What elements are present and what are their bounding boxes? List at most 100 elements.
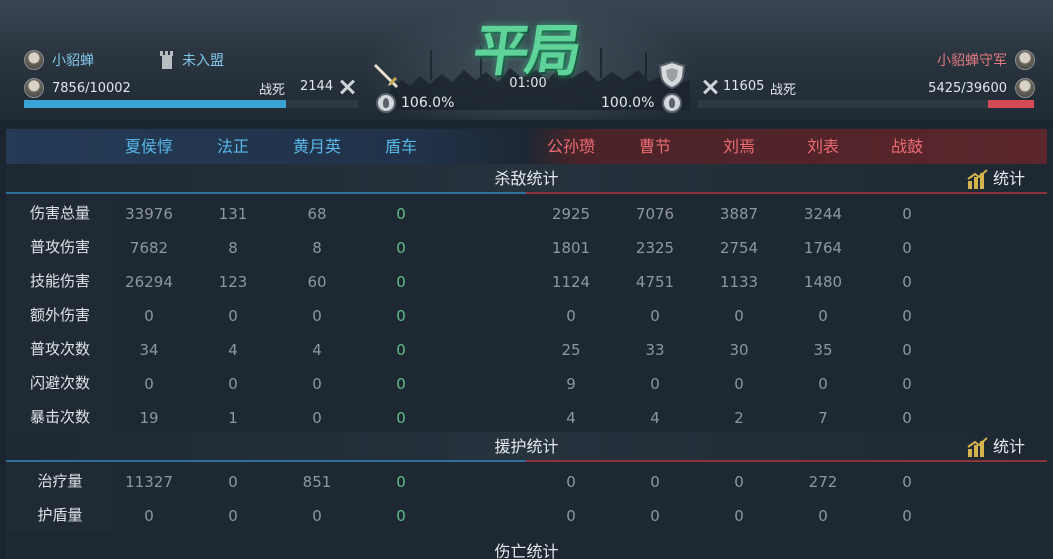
- hero-right-1[interactable]: 公孙瓒: [529, 129, 613, 165]
- right-buff-icon: [662, 93, 682, 113]
- battle-result-title: 平局: [468, 18, 583, 84]
- stat-cell-right: 0: [818, 507, 828, 525]
- stat-cell-left: 0: [312, 409, 322, 427]
- stat-cell-right: 0: [566, 307, 576, 325]
- right-player[interactable]: 小貂蝉守军: [937, 50, 1035, 70]
- stat-cell-right: 1133: [719, 273, 759, 291]
- stat-cell-left: 11327: [125, 473, 173, 491]
- stat-cell-left: 26294: [125, 273, 173, 291]
- stat-cell-right: 0: [902, 409, 912, 427]
- table-row: 伤害总量 33976 131 68 0 2925 7076 3887 3244 0: [6, 196, 1047, 230]
- stat-cell-right: 9: [566, 375, 576, 393]
- hero-left-2[interactable]: 法正: [191, 129, 275, 165]
- left-alliance: 未入盟: [160, 50, 224, 70]
- battle-timer: 01:00: [509, 76, 547, 91]
- stat-cell-right: 35: [813, 341, 833, 359]
- right-troops-bar: [698, 100, 1034, 108]
- support-stats-button[interactable]: 统计: [967, 432, 1025, 462]
- table-row: 技能伤害 26294 123 60 0 1124 4751 1133 1480 0: [6, 264, 1047, 298]
- kill-stats-button-label: 统计: [992, 169, 1025, 188]
- kill-stats-button[interactable]: 统计: [967, 164, 1025, 194]
- table-row: 治疗量 11327 0 851 0 0 0 0 272 0: [6, 464, 1047, 498]
- stat-cell-right: 0: [902, 273, 912, 291]
- left-troops-bar: [24, 100, 358, 108]
- stat-cell-left: 0: [312, 307, 322, 325]
- left-troops-value: 7856/10002: [52, 80, 131, 96]
- stat-cell-right: 0: [902, 507, 912, 525]
- damage-taken-stats-header: 伤亡统计: [6, 535, 1047, 559]
- chart-icon: [967, 437, 988, 457]
- right-troops-avatar: [1015, 78, 1035, 98]
- hero-left-4[interactable]: 盾车: [359, 129, 443, 165]
- stat-cell-right: 0: [734, 473, 744, 491]
- battle-header: 平局 01:00 小貂蝉 未入盟 7856/10002 战死 2144 106.…: [0, 0, 1053, 120]
- stat-cell-left: 19: [139, 409, 159, 427]
- stat-cell-right: 0: [650, 507, 660, 525]
- hero-right-5[interactable]: 战鼓: [865, 129, 949, 165]
- stat-cell-right: 0: [902, 375, 912, 393]
- right-death-value: 11605: [723, 79, 765, 94]
- stat-cell-left: 0: [396, 409, 406, 427]
- section-line-left: [6, 192, 526, 194]
- left-death-value: 2144: [300, 79, 334, 94]
- left-troops-avatar: [24, 78, 44, 98]
- support-stats-button-label: 统计: [992, 437, 1025, 456]
- right-troops-value: 5425/39600: [928, 80, 1007, 96]
- section-line-left: [6, 460, 526, 462]
- left-player-name: 小貂蝉: [52, 53, 94, 69]
- stat-cell-right: 7: [818, 409, 828, 427]
- left-buff-icon: [376, 93, 396, 113]
- chart-icon: [967, 169, 988, 189]
- stat-cell-right: 25: [561, 341, 581, 359]
- stat-cell-right: 0: [650, 473, 660, 491]
- table-row: 普攻次数 34 4 4 0 25 33 30 35 0: [6, 332, 1047, 366]
- table-row: 额外伤害 0 0 0 0 0 0 0 0 0: [6, 298, 1047, 332]
- row-label: 普攻次数: [6, 332, 114, 366]
- stat-cell-left: 0: [228, 507, 238, 525]
- hero-right-3[interactable]: 刘焉: [697, 129, 781, 165]
- left-player[interactable]: 小貂蝉: [24, 50, 94, 70]
- stat-cell-left: 34: [139, 341, 159, 359]
- stat-cell-left: 33976: [125, 205, 173, 223]
- table-row: 普攻伤害 7682 8 8 0 1801 2325 2754 1764 0: [6, 230, 1047, 264]
- stat-cell-right: 0: [734, 307, 744, 325]
- stat-cell-left: 0: [228, 473, 238, 491]
- stat-cell-left: 851: [302, 473, 332, 491]
- row-label: 额外伤害: [6, 298, 114, 332]
- left-troops-bar-fill: [24, 100, 287, 108]
- stat-cell-left: 0: [144, 507, 154, 525]
- battle-stats-table: 夏侯惇 法正 黄月英 盾车 公孙瓒 曹节 刘焉 刘表 战鼓 杀敌统计 统计 伤害…: [6, 127, 1053, 559]
- stat-cell-right: 1480: [803, 273, 843, 291]
- stat-cell-left: 0: [228, 307, 238, 325]
- support-stats-title: 援护统计: [494, 437, 559, 456]
- right-player-avatar: [1015, 50, 1035, 70]
- stat-cell-right: 3887: [719, 205, 759, 223]
- stat-cell-left: 4: [312, 341, 322, 359]
- stat-cell-right: 4: [650, 409, 660, 427]
- sword-icon: [374, 64, 398, 88]
- support-stats-header: 援护统计 统计: [6, 432, 1047, 462]
- row-label: 护盾量: [6, 498, 114, 532]
- hero-right-2[interactable]: 曹节: [613, 129, 697, 165]
- stat-cell-right: 2: [734, 409, 744, 427]
- right-troops-bar-fill: [987, 100, 1034, 108]
- stat-cell-right: 0: [902, 205, 912, 223]
- left-alliance-label: 未入盟: [182, 53, 224, 69]
- row-label: 普攻伤害: [6, 230, 114, 264]
- stat-cell-left: 68: [307, 205, 327, 223]
- crossed-swords-icon: [337, 77, 357, 97]
- hero-left-3[interactable]: 黄月英: [275, 129, 359, 165]
- stat-cell-right: 0: [818, 307, 828, 325]
- stat-cell-left: 0: [396, 341, 406, 359]
- alliance-tower-icon: [160, 51, 174, 69]
- hero-right-4[interactable]: 刘表: [781, 129, 865, 165]
- stat-cell-left: 0: [396, 375, 406, 393]
- stat-cell-right: 0: [818, 375, 828, 393]
- damage-taken-stats-title: 伤亡统计: [494, 542, 559, 559]
- kill-stats-header: 杀敌统计 统计: [6, 164, 1047, 194]
- hero-header-row: 夏侯惇 法正 黄月英 盾车 公孙瓒 曹节 刘焉 刘表 战鼓: [6, 129, 1047, 165]
- hero-left-1[interactable]: 夏侯惇: [107, 129, 191, 165]
- stat-cell-left: 60: [307, 273, 327, 291]
- crossed-swords-icon: [700, 77, 720, 97]
- stat-cell-left: 1: [228, 409, 238, 427]
